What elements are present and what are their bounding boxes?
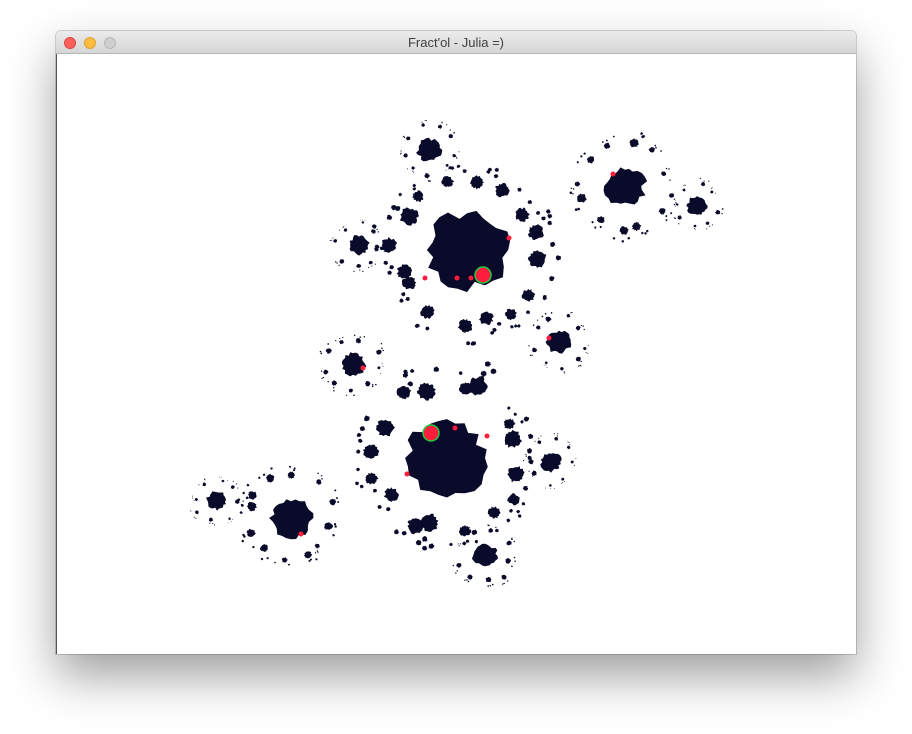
fractal-bulb [479,285,493,299]
fractal-bulb [546,335,552,341]
fractal-bulb [610,171,616,177]
fractal-bulb [422,424,440,442]
fractal-bulb [452,425,458,431]
fractal-lobe [546,367,548,368]
fractal-bulb [298,531,304,537]
fractal-lobe [360,219,361,221]
fractal-bulb [418,408,426,416]
fractal-bulb [484,433,490,439]
fractal-bulb [454,275,460,281]
window-title: Fract'ol - Julia =) [407,35,505,50]
fractal-canvas[interactable] [56,54,856,654]
fractal-bulb [422,275,428,281]
fractal-lobe [315,558,318,561]
fractal-bulb [404,471,410,477]
title-bar[interactable]: Fract'ol - Julia =) [56,31,856,54]
fractal-bulb [506,235,512,241]
julia-fractal [57,54,856,654]
fractal-bulb [360,365,366,371]
app-window: Fract'ol - Julia =) [56,31,856,654]
fractal-bulb [474,266,492,284]
fractal-bulb [468,275,474,281]
